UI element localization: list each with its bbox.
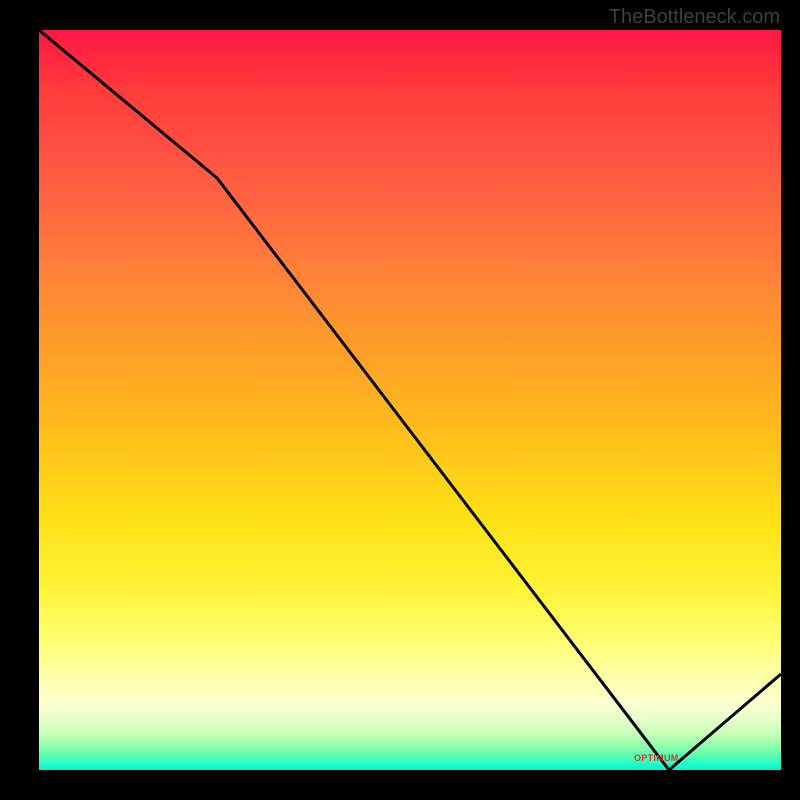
chart-container: TheBottleneck.com OPTIMUM	[0, 0, 800, 800]
line-plot-svg	[39, 30, 781, 770]
watermark-text: TheBottleneck.com	[609, 6, 780, 29]
data-line	[39, 30, 781, 770]
optimum-annotation: OPTIMUM	[634, 753, 679, 763]
plot-area: OPTIMUM	[39, 30, 781, 770]
